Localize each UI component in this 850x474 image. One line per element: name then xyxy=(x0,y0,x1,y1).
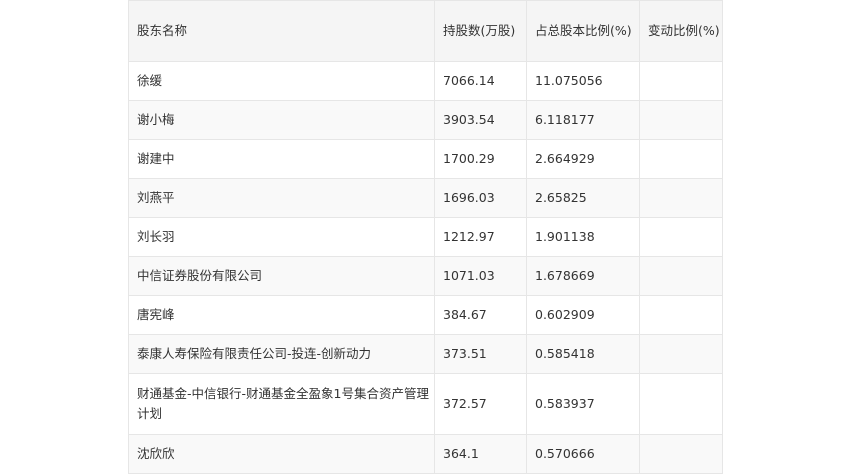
shareholder-table-container: 股东名称 持股数(万股) 占总股本比例(%) 变动比例(%) 徐缓 7066.1… xyxy=(128,0,723,474)
header-shares: 持股数(万股) xyxy=(434,0,527,62)
cell-shares: 384.67 xyxy=(434,295,527,335)
table-header-row: 股东名称 持股数(万股) 占总股本比例(%) 变动比例(%) xyxy=(128,0,723,62)
cell-ratio: 1.901138 xyxy=(526,217,640,257)
cell-ratio: 2.65825 xyxy=(526,178,640,218)
cell-name: 中信证券股份有限公司 xyxy=(128,256,435,296)
table-row: 中信证券股份有限公司 1071.03 1.678669 xyxy=(128,256,723,296)
cell-ratio: 0.585418 xyxy=(526,334,640,374)
cell-name: 刘燕平 xyxy=(128,178,435,218)
cell-name: 刘长羽 xyxy=(128,217,435,257)
cell-name: 徐缓 xyxy=(128,61,435,101)
cell-change xyxy=(639,373,723,435)
cell-ratio: 11.075056 xyxy=(526,61,640,101)
cell-shares: 372.57 xyxy=(434,373,527,435)
cell-shares: 1212.97 xyxy=(434,217,527,257)
cell-change xyxy=(639,334,723,374)
cell-ratio: 0.602909 xyxy=(526,295,640,335)
table-row: 谢小梅 3903.54 6.118177 xyxy=(128,100,723,140)
cell-shares: 1696.03 xyxy=(434,178,527,218)
table-row: 沈欣欣 364.1 0.570666 xyxy=(128,434,723,474)
header-shareholder-name: 股东名称 xyxy=(128,0,435,62)
header-change: 变动比例(%) xyxy=(639,0,723,62)
cell-shares: 373.51 xyxy=(434,334,527,374)
cell-shares: 1071.03 xyxy=(434,256,527,296)
cell-name: 沈欣欣 xyxy=(128,434,435,474)
cell-name: 谢建中 xyxy=(128,139,435,179)
cell-ratio: 0.583937 xyxy=(526,373,640,435)
cell-change xyxy=(639,139,723,179)
cell-change xyxy=(639,100,723,140)
cell-shares: 1700.29 xyxy=(434,139,527,179)
table-row: 唐宪峰 384.67 0.602909 xyxy=(128,295,723,335)
header-ratio: 占总股本比例(%) xyxy=(526,0,640,62)
cell-change xyxy=(639,217,723,257)
cell-ratio: 6.118177 xyxy=(526,100,640,140)
table-row: 刘燕平 1696.03 2.65825 xyxy=(128,178,723,218)
cell-change xyxy=(639,295,723,335)
table-row: 财通基金-中信银行-财通基金全盈象1号集合资产管理计划 372.57 0.583… xyxy=(128,373,723,435)
cell-ratio: 1.678669 xyxy=(526,256,640,296)
cell-change xyxy=(639,61,723,101)
table-row: 谢建中 1700.29 2.664929 xyxy=(128,139,723,179)
cell-change xyxy=(639,178,723,218)
cell-name: 财通基金-中信银行-财通基金全盈象1号集合资产管理计划 xyxy=(128,373,435,435)
cell-shares: 364.1 xyxy=(434,434,527,474)
cell-change xyxy=(639,256,723,296)
cell-shares: 3903.54 xyxy=(434,100,527,140)
cell-ratio: 0.570666 xyxy=(526,434,640,474)
cell-shares: 7066.14 xyxy=(434,61,527,101)
cell-name: 唐宪峰 xyxy=(128,295,435,335)
cell-change xyxy=(639,434,723,474)
table-row: 徐缓 7066.14 11.075056 xyxy=(128,61,723,101)
table-row: 泰康人寿保险有限责任公司-投连-创新动力 373.51 0.585418 xyxy=(128,334,723,374)
cell-ratio: 2.664929 xyxy=(526,139,640,179)
cell-name: 谢小梅 xyxy=(128,100,435,140)
table-row: 刘长羽 1212.97 1.901138 xyxy=(128,217,723,257)
cell-name: 泰康人寿保险有限责任公司-投连-创新动力 xyxy=(128,334,435,374)
shareholder-table: 股东名称 持股数(万股) 占总股本比例(%) 变动比例(%) 徐缓 7066.1… xyxy=(128,0,723,474)
